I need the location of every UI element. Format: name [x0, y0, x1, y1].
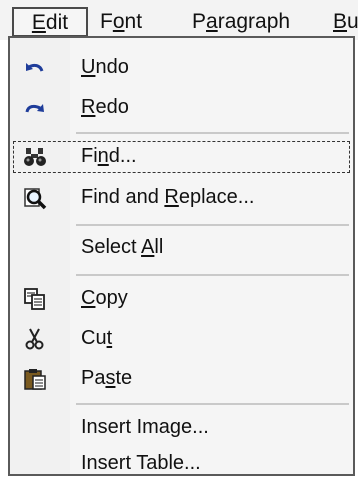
- copy-icon: [22, 287, 48, 311]
- binoculars-icon: [22, 145, 48, 169]
- menu-item-redo[interactable]: Redo: [10, 90, 353, 126]
- menu-item-insert-image[interactable]: Insert Image...: [10, 410, 353, 446]
- menu-separator: [76, 132, 349, 134]
- menu-item-find[interactable]: Find...: [10, 139, 353, 175]
- undo-arrow-icon: [22, 56, 48, 80]
- menu-item-insert-table[interactable]: Insert Table...: [10, 446, 353, 482]
- menu-item-cut[interactable]: Cut: [10, 321, 353, 357]
- menu-separator: [76, 274, 349, 276]
- focus-rectangle: [13, 141, 350, 173]
- insert-table-label: Insert Table...: [81, 452, 201, 474]
- find-label: Find...: [81, 145, 137, 167]
- menu-item-select-all[interactable]: Select All: [10, 230, 353, 266]
- menu-bu[interactable]: Bu: [333, 8, 358, 36]
- select-all-label: Select All: [81, 236, 164, 258]
- menu-separator: [76, 403, 349, 405]
- menu-bar: Edit Font Paragraph Bu: [0, 0, 358, 40]
- magnifier-page-icon: [22, 186, 48, 210]
- undo-label: Undo: [81, 56, 129, 78]
- menu-item-copy[interactable]: Copy: [10, 281, 353, 317]
- menu-separator: [76, 224, 349, 226]
- scissors-icon: [22, 327, 48, 351]
- menu-item-paste[interactable]: Paste: [10, 361, 353, 397]
- menu-edit[interactable]: Edit: [12, 7, 88, 37]
- menu-item-undo[interactable]: Undo: [10, 50, 353, 86]
- find-replace-label: Find and Replace...: [81, 186, 255, 208]
- copy-label: Copy: [81, 287, 128, 309]
- redo-label: Redo: [81, 96, 129, 118]
- paste-label: Paste: [81, 367, 133, 389]
- insert-image-label: Insert Image...: [81, 416, 209, 438]
- clipboard-icon: [22, 367, 48, 391]
- edit-dropdown-menu: Undo Redo Find... Find and Replace... Se…: [8, 36, 355, 476]
- menu-font[interactable]: Font: [100, 8, 142, 36]
- menu-paragraph[interactable]: Paragraph: [192, 8, 290, 36]
- cut-label: Cut: [81, 327, 113, 349]
- menu-item-find-replace[interactable]: Find and Replace...: [10, 180, 353, 216]
- redo-arrow-icon: [22, 96, 48, 120]
